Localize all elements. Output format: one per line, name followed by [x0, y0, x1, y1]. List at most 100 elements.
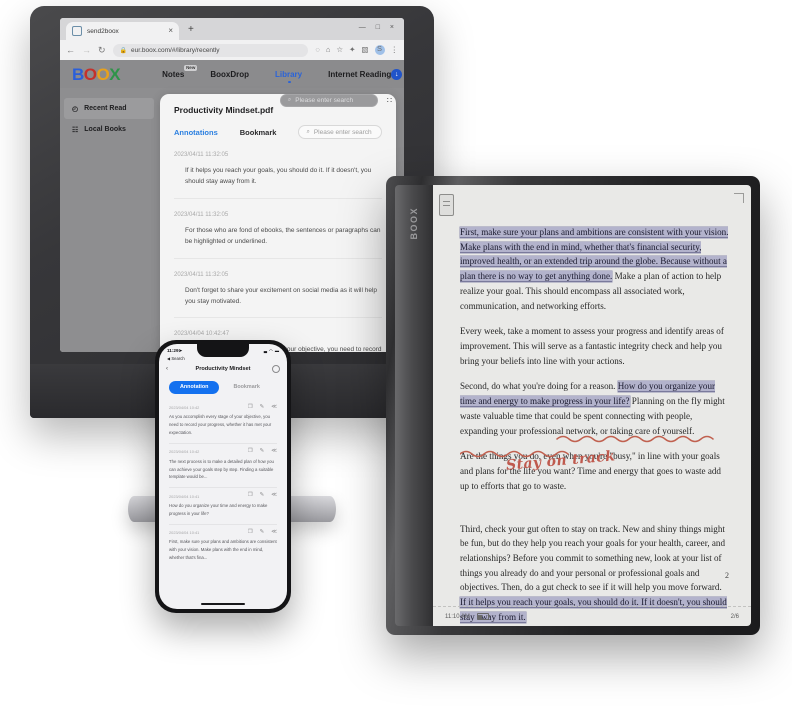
share-icon[interactable]: ◌: [315, 46, 319, 54]
sidebar-toggle-handle[interactable]: [439, 194, 454, 216]
plain-span: Second, do what you're doing for a reaso…: [460, 381, 618, 392]
edit-icon[interactable]: ✎: [260, 493, 265, 499]
download-icon[interactable]: ↓: [391, 68, 403, 80]
nav-item-library[interactable]: Library: [275, 70, 302, 83]
wifi-icon: ◠: [269, 348, 273, 353]
home-indicator[interactable]: [201, 602, 245, 605]
sidebar-item-recent-read[interactable]: ◴ Recent Read: [64, 98, 154, 119]
tab-annotation[interactable]: Annotation: [169, 381, 220, 394]
annotation-date: 2023/04/11 11:32:05: [174, 152, 229, 158]
reader-paragraph: Every week, take a moment to assess your…: [460, 324, 729, 368]
scene: send2boox × + — □ × ← → ↻ 🔒 eur.boox.com…: [0, 0, 792, 711]
back-chevron-icon[interactable]: ‹: [166, 366, 168, 372]
annotation-date: 2023/04/04 10:42:47: [174, 331, 230, 338]
tab-annotations[interactable]: Annotations: [174, 128, 218, 137]
more-options-icon[interactable]: [272, 364, 280, 373]
library-search-input[interactable]: ⌕ Please enter search: [279, 94, 378, 107]
tab-bookmark[interactable]: Bookmark: [240, 128, 277, 137]
back-icon[interactable]: ←: [66, 45, 75, 55]
page-number: 2: [725, 571, 729, 580]
panel-search-input[interactable]: ⌕ Please enter search: [298, 125, 382, 139]
reader-paragraph: Second, do what you're doing for a reaso…: [460, 379, 729, 438]
site-header: BOOX Notes New BooxDrop Library Internet…: [60, 60, 404, 88]
site-header-icons: ↓ ◎▾ ⌢ ⚲▾: [391, 68, 404, 80]
browser-tab[interactable]: send2boox ×: [66, 22, 179, 40]
annotation-date: 2023/04/04 10:41: [169, 530, 200, 536]
tablet-left-bezel: BOOX: [395, 185, 433, 626]
annotation-item[interactable]: 2023/04/11 11:32:05 For those who are fo…: [174, 212, 382, 248]
edit-icon[interactable]: ✎: [260, 449, 265, 455]
boox-logo[interactable]: BOOX: [72, 64, 121, 84]
smartphone: 11:29 ➤ ▃ ◠ ▬ ◀ Search ‹ Productivity Mi…: [155, 340, 291, 613]
battery-icon: ▬: [274, 348, 279, 353]
address-bar[interactable]: 🔒 eur.boox.com/#/library/recently: [112, 43, 309, 57]
annotation-text: First, make sure your plans and ambition…: [169, 539, 277, 561]
search-placeholder: Please enter search: [295, 97, 354, 104]
sidepanel-icon[interactable]: ▧: [361, 46, 368, 54]
status-time: 11:29: [167, 348, 179, 353]
home-icon[interactable]: ⌂: [326, 46, 331, 54]
battery-icon: [476, 613, 490, 620]
list-item[interactable]: 2023/04/04 10:41 ❐ ✎ ≪ First, make sure …: [169, 525, 277, 568]
share-icon[interactable]: ≪: [271, 449, 277, 455]
list-item-header: 2023/04/04 10:42 ❐ ✎ ≪: [169, 449, 277, 455]
book-icon: ☷: [72, 126, 79, 134]
site-body: ◴ Recent Read ☷ Local Books Productivity…: [60, 88, 404, 352]
list-item-header: 2023/04/04 10:42 ❐ ✎ ≪: [169, 404, 277, 411]
tab-title: send2boox: [87, 27, 119, 35]
signal-icon: ▃: [263, 348, 268, 353]
window-controls[interactable]: — □ ×: [359, 24, 398, 31]
annotation-item[interactable]: 2023/04/11 11:32:05 Don't forget to shar…: [174, 272, 382, 308]
copy-icon[interactable]: ❐: [248, 449, 253, 455]
close-icon[interactable]: ×: [168, 27, 173, 35]
annotation-date: 2023/04/04 10:41: [169, 493, 200, 499]
copy-icon[interactable]: ❐: [248, 529, 253, 536]
nav-item-booxdrop[interactable]: BooxDrop: [210, 70, 249, 79]
list-item[interactable]: 2023/04/04 10:42 ❐ ✎ ≪ The next process …: [169, 444, 277, 489]
status-time: 11:10 AM: [445, 613, 470, 620]
share-icon[interactable]: ≪: [271, 529, 277, 536]
reload-icon[interactable]: ↻: [98, 45, 106, 55]
tablet-display: First, make sure your plans and ambition…: [433, 185, 751, 626]
tab-favicon: [72, 26, 82, 36]
url-text: eur.boox.com/#/library/recently: [131, 46, 220, 54]
location-icon: ➤: [178, 347, 183, 353]
edit-icon[interactable]: ✎: [260, 404, 265, 411]
item-actions: ❐ ✎ ≪: [248, 404, 277, 411]
list-item[interactable]: 2023/04/04 10:41 ❐ ✎ ≪ How do you organi…: [169, 488, 277, 525]
grid-view-icon[interactable]: ∷: [387, 96, 392, 105]
status-right-icons: ▃ ◠ ▬: [264, 348, 279, 353]
logo-letter-o1: O: [83, 64, 97, 84]
menu-icon[interactable]: ⋮: [391, 46, 399, 54]
copy-icon[interactable]: ❐: [248, 404, 253, 411]
sidebar: ◴ Recent Read ☷ Local Books: [60, 88, 160, 352]
sidebar-item-label: Recent Read: [84, 105, 127, 112]
search-placeholder: Please enter search: [313, 128, 372, 136]
share-icon[interactable]: ≪: [271, 493, 277, 499]
divider: [174, 257, 382, 259]
bookmark-star-icon[interactable]: ☆: [336, 46, 343, 54]
share-icon[interactable]: ≪: [271, 404, 277, 411]
copy-icon[interactable]: ❐: [248, 493, 253, 499]
phone-nav-bar: ‹ Productivity Mindset: [159, 361, 287, 376]
edit-icon[interactable]: ✎: [260, 529, 265, 536]
avatar[interactable]: S: [374, 45, 385, 55]
library-search-row: ⌕ Please enter search ∷: [279, 94, 392, 107]
list-item[interactable]: 2023/04/04 10:42 ❐ ✎ ≪ As you accomplish…: [169, 400, 277, 445]
forward-icon[interactable]: →: [82, 45, 91, 55]
annotation-item[interactable]: 2023/04/11 11:32:05 If it helps you reac…: [174, 152, 382, 188]
phone-tabs: Annotation Bookmark: [159, 376, 287, 400]
annotation-date: 2023/04/11 11:32:05: [174, 271, 229, 278]
browser-toolbar: ← → ↻ 🔒 eur.boox.com/#/library/recently …: [60, 40, 404, 60]
puzzle-extension-icon[interactable]: ✦: [349, 46, 355, 54]
browser-window: send2boox × + — □ × ← → ↻ 🔒 eur.boox.com…: [60, 18, 404, 352]
sidebar-item-local-books[interactable]: ☷ Local Books: [60, 119, 160, 140]
nav-item-internet-reading[interactable]: Internet Reading: [328, 70, 391, 79]
new-tab-button[interactable]: +: [188, 25, 194, 35]
logo-letter-x: X: [109, 64, 121, 84]
nav-item-notes[interactable]: Notes New: [162, 64, 198, 79]
phone-display: 11:29 ➤ ▃ ◠ ▬ ◀ Search ‹ Productivity Mi…: [159, 344, 287, 609]
tab-bookmark[interactable]: Bookmark: [233, 384, 259, 390]
logo-letter-o2: O: [96, 64, 110, 84]
reader-text: First, make sure your plans and ambition…: [460, 225, 729, 623]
